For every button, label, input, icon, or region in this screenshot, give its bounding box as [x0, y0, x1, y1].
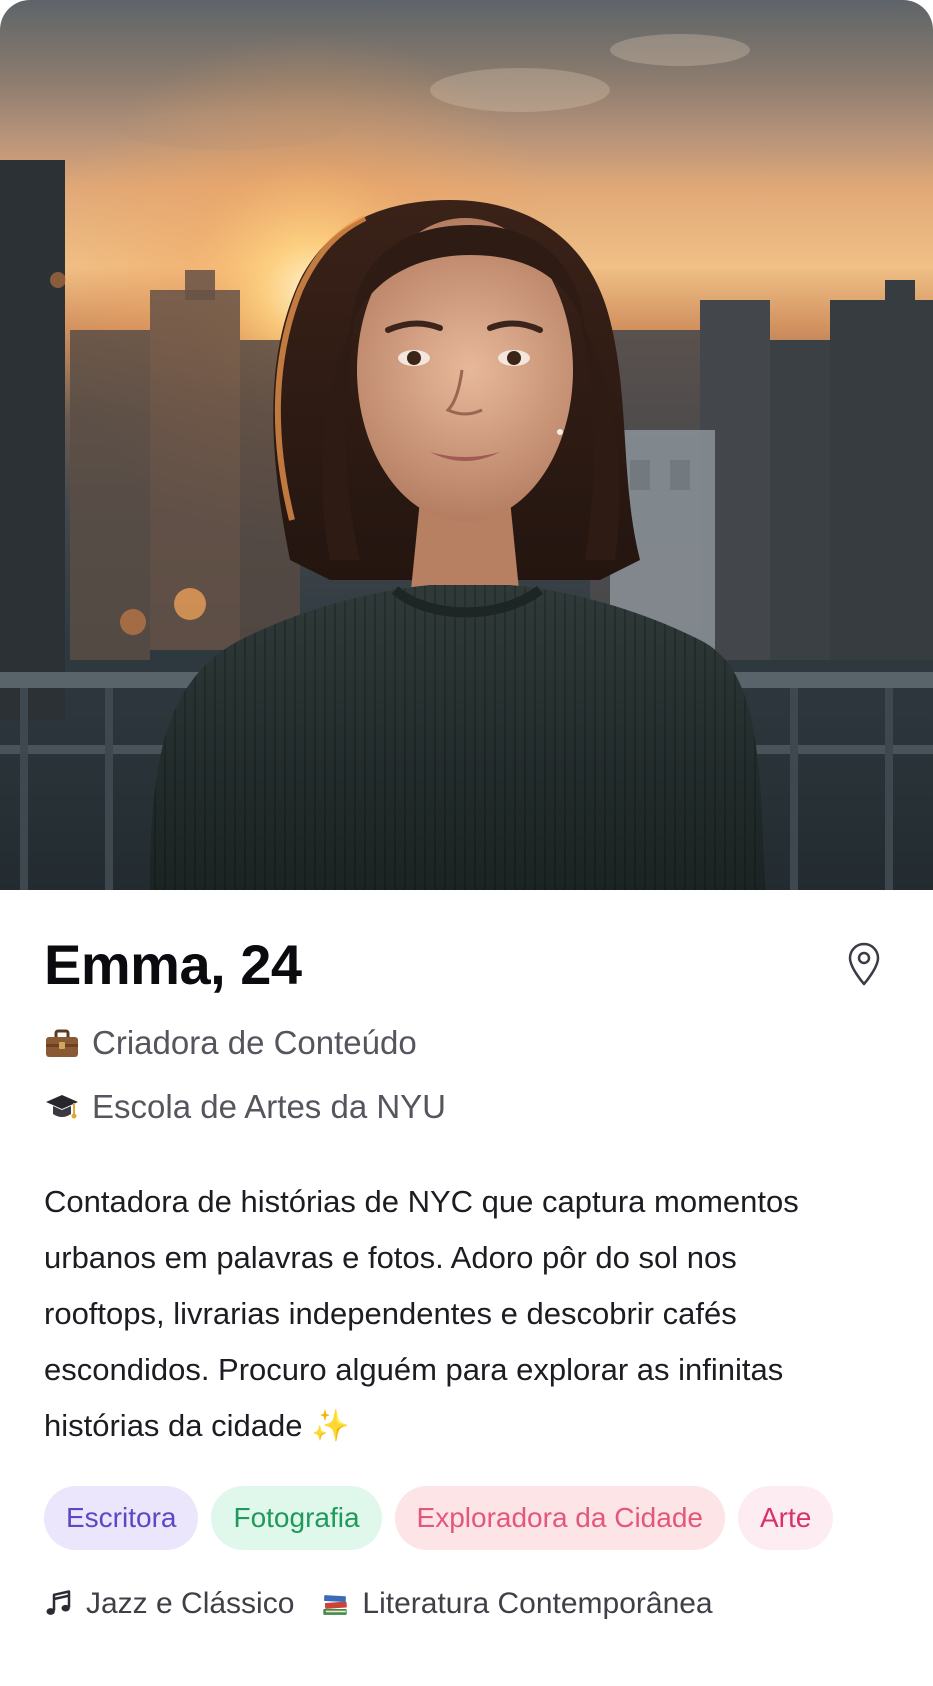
books-favorite: Literatura Contemporânea [320, 1587, 713, 1621]
school-row: Escola de Artes da NYU [44, 1084, 446, 1130]
tag-escritora[interactable]: Escritora [44, 1486, 199, 1550]
books-icon [323, 1595, 348, 1615]
graduation-cap-icon [46, 1095, 78, 1119]
tag-exploradora-da-cidade[interactable]: Exploradora da Cidade [394, 1486, 725, 1550]
tag-fotografia[interactable]: Fotografia [211, 1486, 382, 1550]
music-note-icon [46, 1590, 71, 1615]
favorites-row: Jazz e Clássico Literatura Contemporânea [44, 1580, 713, 1628]
profile-photo[interactable] [0, 0, 933, 890]
briefcase-icon [46, 1029, 78, 1057]
music-text: Jazz e Clássico [86, 1587, 295, 1620]
profile-bio: Contadora de histórias de NYC que captur… [44, 1184, 799, 1443]
profile-info: Emma, 24 Criadora de Conteúdo Escola de … [0, 890, 933, 1686]
job-title: Criadora de Conteúdo [92, 1024, 417, 1061]
tag-arte[interactable]: Arte [737, 1486, 834, 1550]
job-row: Criadora de Conteúdo [44, 1020, 417, 1066]
music-favorite: Jazz e Clássico [44, 1587, 294, 1621]
school-name: Escola de Artes da NYU [92, 1088, 447, 1125]
books-text: Literatura Contemporânea [362, 1587, 713, 1620]
interest-tags: Escritora Fotografia Exploradora da Cida… [44, 1486, 834, 1550]
profile-name-age: Emma, 24 [44, 933, 302, 996]
profile-card[interactable]: Emma, 24 Criadora de Conteúdo Escola de … [0, 0, 933, 1686]
photo-illustration [0, 0, 933, 890]
location-pin-icon[interactable] [846, 942, 882, 986]
